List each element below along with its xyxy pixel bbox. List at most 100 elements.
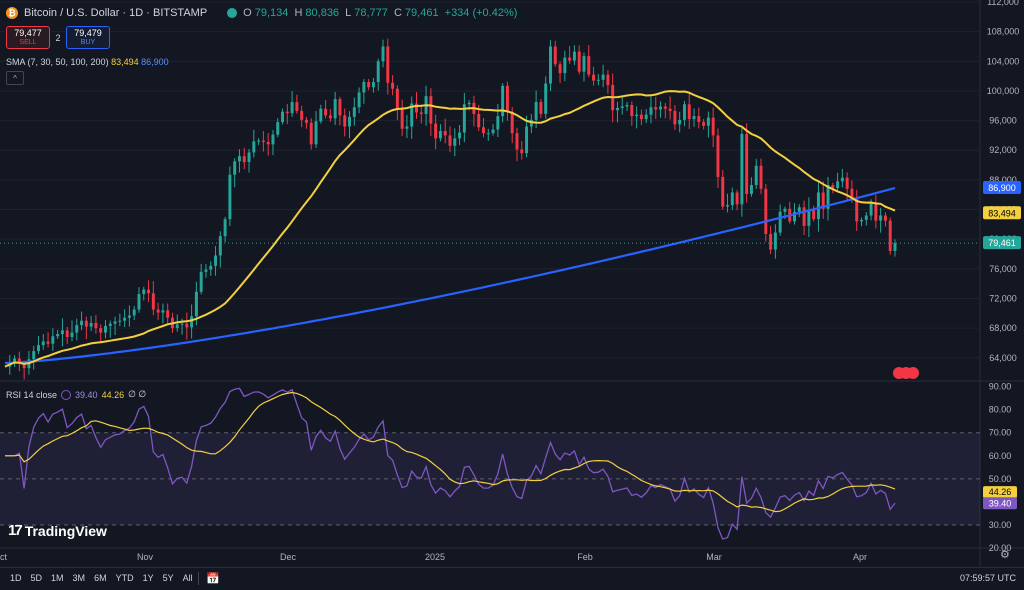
candle-body bbox=[759, 165, 763, 189]
candle-body bbox=[237, 156, 241, 162]
chart-canvas[interactable]: 64,00068,00072,00076,00080,00084,00088,0… bbox=[0, 0, 1024, 589]
candle-body bbox=[127, 315, 131, 318]
price-tick-label: 92,000 bbox=[989, 145, 1017, 155]
timeframe-1d[interactable]: 1D bbox=[10, 573, 22, 583]
collapse-legend-icon[interactable]: ^ bbox=[6, 71, 24, 85]
timeframe-5y[interactable]: 5Y bbox=[163, 573, 174, 583]
time-axis-label: Dec bbox=[280, 552, 297, 562]
candle-body bbox=[735, 192, 739, 205]
candle-body bbox=[185, 323, 189, 328]
candle-body bbox=[80, 320, 84, 326]
candle-body bbox=[783, 208, 787, 212]
price-tick-label: 76,000 bbox=[989, 264, 1017, 274]
candle-body bbox=[482, 127, 485, 134]
candle-body bbox=[32, 351, 36, 360]
rsi-value: 39.40 bbox=[75, 389, 98, 400]
candle-body bbox=[625, 105, 629, 107]
candle-body bbox=[281, 111, 285, 123]
candle-body bbox=[333, 99, 337, 119]
candle-body bbox=[491, 129, 495, 134]
candle-body bbox=[544, 83, 548, 114]
timeframe-1y[interactable]: 1Y bbox=[143, 573, 154, 583]
tradingview-logo-icon: 17 bbox=[8, 522, 23, 539]
candle-body bbox=[630, 105, 634, 117]
candle-body bbox=[711, 117, 715, 136]
candle-body bbox=[716, 135, 720, 177]
time-axis-label: Apr bbox=[853, 552, 867, 562]
candle-body bbox=[175, 324, 179, 329]
timeframe-all[interactable]: All bbox=[183, 573, 193, 583]
candle-body bbox=[496, 116, 500, 130]
candle-body bbox=[855, 199, 859, 222]
candle-body bbox=[419, 112, 423, 114]
rsi-value-text: 44.26 bbox=[989, 487, 1012, 497]
candle-body bbox=[486, 133, 490, 135]
candle-body bbox=[592, 74, 596, 81]
price-label-text: 79,461 bbox=[988, 238, 1016, 248]
candle-body bbox=[764, 188, 768, 234]
candle-body bbox=[324, 108, 328, 116]
candle-body bbox=[123, 317, 127, 321]
timeframe-6m[interactable]: 6M bbox=[94, 573, 107, 583]
candle-body bbox=[118, 320, 122, 322]
price-label-text: 86,900 bbox=[988, 183, 1016, 193]
symbol-title[interactable]: Bitcoin / U.S. Dollar · 1D · BITSTAMP bbox=[24, 7, 207, 19]
candle-body bbox=[309, 122, 313, 145]
timeframe-1m[interactable]: 1M bbox=[51, 573, 64, 583]
candle-body bbox=[869, 202, 873, 216]
candle-body bbox=[214, 255, 218, 266]
rsi-settings-icon[interactable] bbox=[61, 389, 72, 400]
candle-body bbox=[242, 156, 246, 163]
candle-body bbox=[70, 332, 74, 338]
candle-body bbox=[802, 207, 806, 226]
timeframe-5d[interactable]: 5D bbox=[31, 573, 43, 583]
candle-body bbox=[113, 321, 117, 324]
sma-value-yellow: 83,494 bbox=[111, 57, 139, 67]
candle-body bbox=[233, 161, 237, 175]
candle-body bbox=[879, 215, 883, 221]
candle-body bbox=[520, 149, 524, 154]
candle-body bbox=[204, 269, 208, 272]
sma-legend[interactable]: SMA (7, 30, 50, 100, 200) 83,494 86,900 bbox=[6, 57, 169, 67]
trade-panel: 79,477 SELL 2 79,479 BUY bbox=[6, 26, 110, 49]
rsi-tick-label: 50.00 bbox=[989, 474, 1012, 484]
candle-body bbox=[319, 108, 323, 122]
candle-body bbox=[180, 323, 184, 325]
sell-button[interactable]: 79,477 SELL bbox=[6, 26, 50, 49]
ohlc-readout: O 79,134 H 80,836 L 78,777 C 79,461 +334 (+0… bbox=[243, 7, 518, 19]
candle-body bbox=[888, 220, 892, 252]
buy-button[interactable]: 79,479 BUY bbox=[66, 26, 110, 49]
candle-body bbox=[75, 325, 79, 333]
settings-icon[interactable]: ⚙ bbox=[1000, 548, 1010, 561]
candle-body bbox=[99, 328, 103, 333]
candle-body bbox=[147, 289, 151, 294]
candle-body bbox=[434, 123, 438, 139]
candle-body bbox=[668, 108, 672, 111]
tradingview-logo-text: TradingView bbox=[24, 522, 107, 539]
timeframe-3m[interactable]: 3M bbox=[73, 573, 86, 583]
candle-body bbox=[166, 310, 170, 318]
candle-body bbox=[257, 140, 261, 142]
rsi-tick-label: 90.00 bbox=[989, 382, 1012, 392]
candle-body bbox=[104, 325, 107, 333]
candle-body bbox=[754, 165, 758, 186]
toolbar-divider bbox=[198, 572, 199, 585]
clock-readout[interactable]: 07:59:57 UTC bbox=[960, 573, 1016, 583]
candle-body bbox=[276, 122, 280, 135]
calendar-icon[interactable]: 📅 bbox=[206, 572, 220, 585]
close-value: 79,461 bbox=[404, 7, 439, 19]
candle-body bbox=[649, 107, 653, 115]
candle-body bbox=[228, 174, 232, 220]
buy-label: BUY bbox=[80, 38, 96, 46]
buy-price: 79,479 bbox=[74, 27, 102, 38]
candle-body bbox=[415, 103, 418, 113]
candle-body bbox=[343, 115, 347, 127]
candle-body bbox=[429, 96, 433, 124]
timeframe-ytd[interactable]: YTD bbox=[116, 573, 134, 583]
candle-body bbox=[376, 61, 380, 83]
rsi-legend[interactable]: RSI 14 close 39.40 44.26 ∅ ∅ bbox=[6, 389, 146, 400]
rsi-label: RSI 14 close bbox=[6, 389, 58, 400]
candle-body bbox=[505, 85, 509, 112]
tradingview-logo[interactable]: 17 TradingView bbox=[8, 522, 107, 539]
candle-body bbox=[721, 176, 725, 207]
